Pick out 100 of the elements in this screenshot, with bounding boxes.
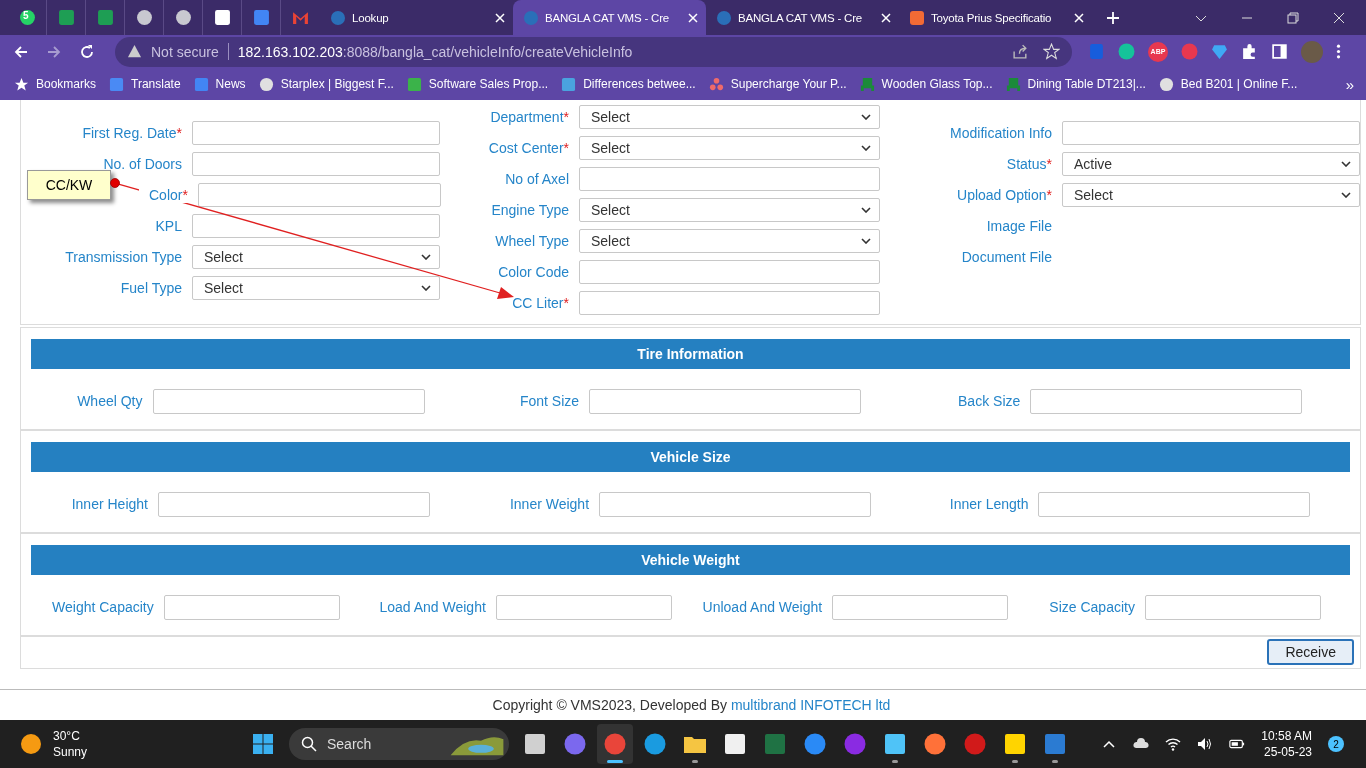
close-icon[interactable]: [1332, 10, 1346, 25]
input-field[interactable]: [163, 594, 340, 620]
input-field[interactable]: [1062, 120, 1360, 145]
unread-count: 5: [23, 10, 29, 21]
field-label: No. of Doors: [102, 155, 182, 172]
select-dropdown[interactable]: Select: [192, 275, 440, 300]
notification-badge[interactable]: 2: [1328, 736, 1344, 752]
star-icon: [14, 76, 29, 92]
reload-icon[interactable]: [79, 43, 95, 60]
address-bar[interactable]: Not secure 182.163.102.203:8088/bangla_cat/vehicleInfo/createVehicleInfo: [115, 36, 1072, 67]
bookmark-item[interactable]: Wooden Glass Top...: [859, 76, 993, 92]
globe-icon: [1158, 76, 1174, 92]
field-label: Fuel Type: [119, 279, 182, 296]
chevron-down-icon: [861, 113, 871, 120]
back-icon[interactable]: [13, 43, 29, 60]
browser-tab[interactable]: BANGLA CAT VMS - Cre: [706, 0, 899, 35]
bookmark-item[interactable]: Differences betwee...: [561, 76, 696, 92]
select-dropdown[interactable]: Active: [1062, 151, 1360, 176]
restore-icon[interactable]: [1286, 10, 1300, 25]
field-label: Upload Option*: [956, 186, 1052, 203]
input-field[interactable]: [599, 491, 872, 517]
sheet-icon: [57, 9, 75, 26]
more-bookmarks-button[interactable]: »: [1345, 75, 1354, 93]
bookmark-item[interactable]: Starplex | Biggest F...: [258, 76, 394, 92]
wifi-icon[interactable]: [1165, 736, 1182, 752]
input-field[interactable]: [152, 388, 425, 414]
input-field[interactable]: [1038, 491, 1311, 517]
star-icon[interactable]: [1043, 43, 1060, 60]
bookmark-item[interactable]: News: [193, 76, 246, 92]
app-icon: [909, 9, 925, 26]
input-field[interactable]: [192, 120, 440, 145]
chat-icon: [18, 9, 36, 26]
clock[interactable]: 10:58 AM 25-05-23: [1261, 728, 1312, 760]
input-field[interactable]: [1030, 388, 1303, 414]
puzzle-icon[interactable]: [1241, 43, 1258, 60]
close-icon[interactable]: [1074, 12, 1084, 23]
select-dropdown[interactable]: Select: [579, 104, 880, 129]
windows-logo-icon: [251, 732, 275, 756]
section-header: Tire Information: [31, 339, 1350, 370]
select-dropdown[interactable]: Select: [579, 197, 880, 222]
input-field[interactable]: [832, 594, 1009, 620]
menu-icon[interactable]: [1336, 43, 1341, 60]
app-icon: [883, 732, 907, 756]
app-icon: [803, 732, 827, 756]
site-icon: [193, 76, 209, 92]
receive-button[interactable]: Receive: [1267, 639, 1354, 666]
input-field[interactable]: [157, 491, 430, 517]
globe-icon: [258, 76, 274, 92]
field-label: Unload And Weight: [702, 599, 823, 616]
security-label: Not secure: [151, 43, 219, 60]
select-dropdown[interactable]: Select: [579, 135, 880, 160]
field-label: Inner Length: [949, 496, 1029, 513]
input-field[interactable]: [579, 166, 880, 191]
browser-tab[interactable]: Lookup: [320, 0, 513, 35]
new-tab-icon[interactable]: [1106, 10, 1120, 25]
input-field[interactable]: [192, 151, 440, 176]
select-dropdown[interactable]: Select: [579, 228, 880, 253]
search-icon: [301, 736, 317, 752]
select-dropdown[interactable]: Select: [192, 244, 440, 269]
gear-icon: [716, 9, 732, 26]
input-field[interactable]: [192, 213, 440, 238]
input-field[interactable]: [579, 290, 880, 315]
field-label: Color*: [139, 186, 188, 203]
side-panel-icon[interactable]: [1271, 43, 1288, 60]
input-field[interactable]: [495, 594, 672, 620]
bookmark-item[interactable]: Supercharge Your P...: [708, 76, 847, 92]
bookmark-item[interactable]: Bed B201 | Online F...: [1158, 76, 1298, 92]
search-field[interactable]: Search: [289, 728, 509, 760]
chair-icon: [859, 76, 875, 92]
close-icon[interactable]: [881, 12, 891, 23]
extension-icon[interactable]: [1118, 43, 1135, 60]
field-label: Engine Type: [490, 201, 569, 218]
bookmark-item[interactable]: Software Sales Prop...: [406, 76, 549, 92]
diamond-icon[interactable]: [1211, 43, 1228, 60]
input-field[interactable]: [589, 388, 862, 414]
input-field[interactable]: [197, 182, 441, 207]
field-label: Image File: [985, 217, 1052, 234]
close-icon[interactable]: [495, 12, 505, 23]
bookmark-item[interactable]: Dining Table DT213|...: [1005, 76, 1146, 92]
share-icon[interactable]: [1012, 43, 1029, 60]
field-label: Department*: [489, 108, 569, 125]
forward-icon[interactable]: [46, 43, 62, 60]
browser-tab[interactable]: BANGLA CAT VMS - Cre: [513, 0, 706, 35]
input-field[interactable]: [579, 259, 880, 284]
weather-widget[interactable]: 30°C Sunny: [0, 728, 221, 760]
temperature-text: 30°C: [53, 728, 81, 744]
bookmark-item[interactable]: Bookmarks: [14, 76, 97, 92]
browser-tab[interactable]: Toyota Prius Specificatio: [899, 0, 1092, 35]
speaker-icon[interactable]: [1197, 736, 1214, 752]
bookmark-item[interactable]: Translate: [109, 76, 181, 92]
field-label: CC Liter*: [511, 294, 569, 311]
field-label: Font Size: [519, 393, 580, 410]
developer-link[interactable]: multibrand INFOTECH ltd: [730, 697, 891, 714]
select-dropdown[interactable]: Select: [1062, 182, 1360, 207]
app-icon: [843, 732, 867, 756]
app-icon: [643, 732, 667, 756]
input-field[interactable]: [1144, 594, 1321, 620]
field-label: Load And Weight: [379, 599, 486, 616]
section-header: Vehicle Size: [31, 442, 1350, 473]
close-icon[interactable]: [688, 12, 698, 23]
